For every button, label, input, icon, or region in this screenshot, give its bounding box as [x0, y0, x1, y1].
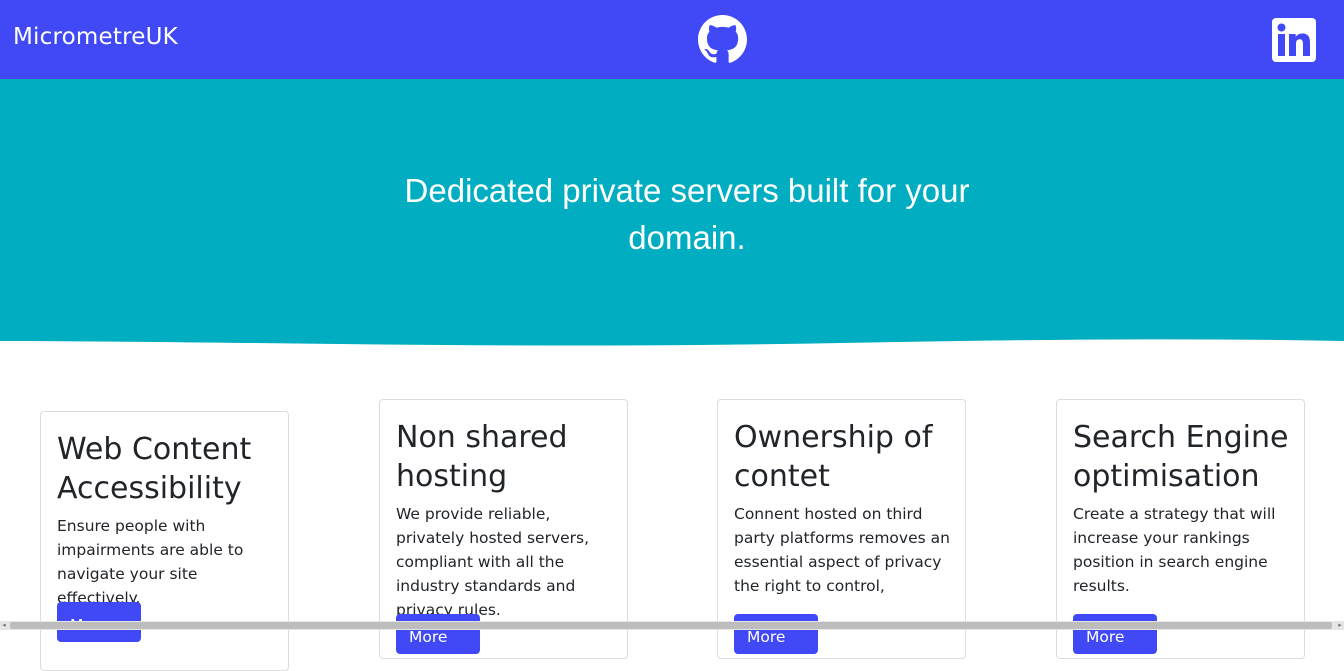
more-button[interactable]: More	[734, 614, 818, 654]
card-body: Ensure people with impairments are able …	[57, 517, 244, 607]
scroll-left-icon[interactable]: ◂	[0, 621, 8, 630]
more-button[interactable]: More	[1073, 614, 1157, 654]
scrollbar-thumb[interactable]	[10, 622, 1332, 629]
card-title: Search Engine optimisation	[1073, 420, 1289, 494]
feature-card-accessibility: Web Content Accessibility Ensure people …	[40, 411, 289, 671]
card-body: Connent hosted on third party platforms …	[734, 505, 950, 595]
github-icon[interactable]	[698, 15, 747, 64]
horizontal-scrollbar[interactable]: ◂ ▸	[0, 621, 1344, 630]
card-title: Web Content Accessibility	[57, 432, 252, 506]
feature-card-hosting: Non shared hosting We provide reliable, …	[379, 399, 628, 659]
card-title: Non shared hosting	[396, 420, 568, 494]
card-body: We provide reliable, privately hosted se…	[396, 505, 590, 619]
hero-headline: Dedicated private servers built for your…	[404, 172, 970, 256]
linkedin-icon[interactable]	[1272, 18, 1316, 62]
card-body: Create a strategy that will increase you…	[1073, 505, 1276, 595]
feature-card-seo: Search Engine optimisation Create a stra…	[1056, 399, 1305, 659]
top-navbar: MicrometreUK	[0, 0, 1344, 79]
feature-card-ownership: Ownership of contet Connent hosted on th…	[717, 399, 966, 659]
brand-link[interactable]: MicrometreUK	[13, 24, 178, 50]
card-title: Ownership of contet	[734, 420, 933, 494]
more-button[interactable]: More	[396, 614, 480, 654]
hero-banner: Dedicated private servers built for your…	[0, 79, 1344, 360]
scroll-right-icon[interactable]: ▸	[1336, 621, 1344, 630]
